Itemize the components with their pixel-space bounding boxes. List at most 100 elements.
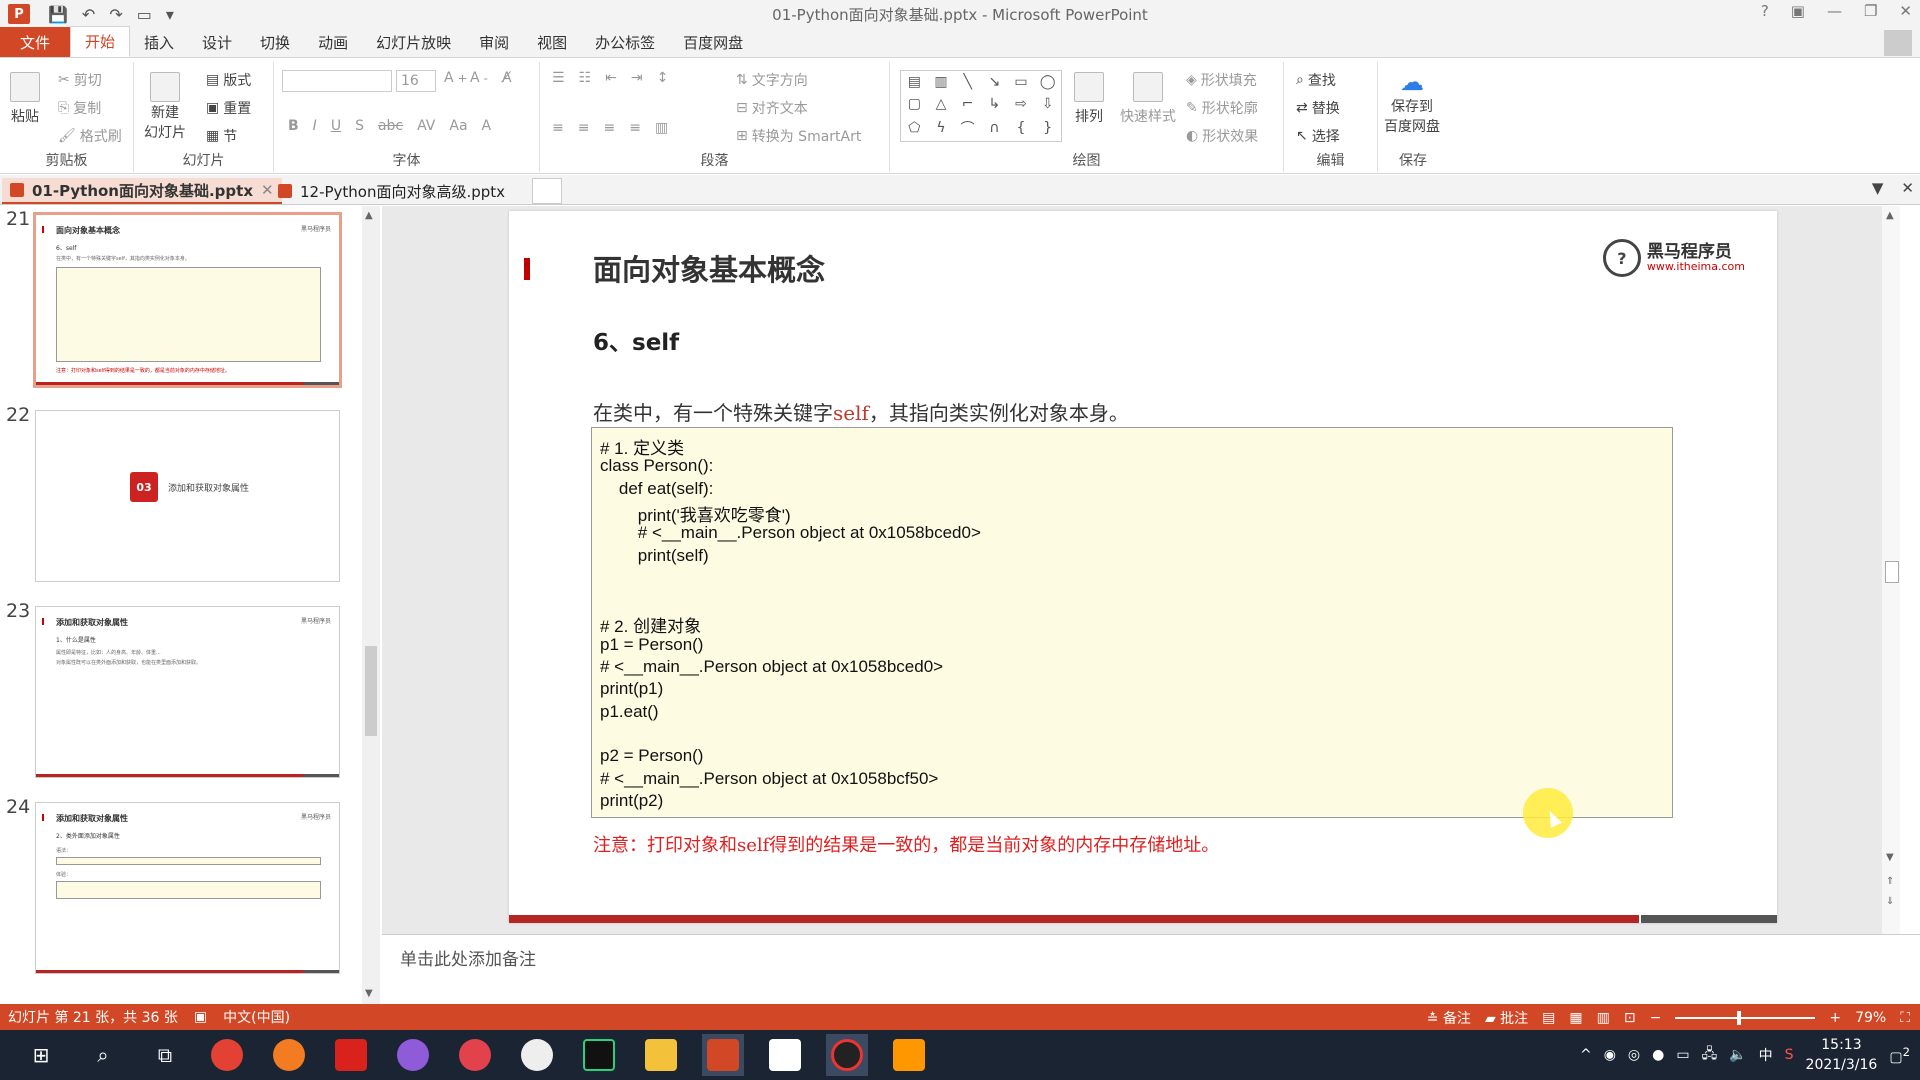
bold-icon[interactable]: B [288, 118, 299, 134]
powerpoint-taskbar-icon[interactable] [702, 1034, 744, 1076]
scroll-down-icon[interactable]: ▼ [1886, 852, 1894, 863]
scroll-thumb[interactable] [365, 646, 377, 736]
reading-view-icon[interactable]: ▥ [1597, 1010, 1610, 1026]
intro-text[interactable]: 在类中，有一个特殊关键字self，其指向类实例化对象本身。 [593, 397, 1129, 426]
roundrect-shape-icon[interactable]: ▢ [908, 96, 921, 112]
notification-icon[interactable]: ▢2 [1889, 1045, 1910, 1066]
format-painter-button[interactable]: 🖌 格式刷 [58, 126, 122, 146]
textbox-shape-icon[interactable]: ▤ [908, 74, 921, 90]
tab-transitions[interactable]: 切换 [246, 27, 304, 57]
customize-qa-icon[interactable]: ▾ [166, 5, 174, 24]
slide-scrollbar[interactable]: ▲ ▼ ⇑ ⇓ [1882, 206, 1900, 934]
scroll-up-icon[interactable]: ▲ [1886, 210, 1894, 221]
normal-view-icon[interactable]: ▤ [1542, 1010, 1555, 1026]
spellcheck-icon[interactable]: ▣ [194, 1009, 207, 1025]
slideshow-view-icon[interactable]: ⊡ [1624, 1010, 1636, 1026]
arrow-line-shape-icon[interactable]: ↘ [988, 74, 1000, 90]
copy-button[interactable]: ⎘ 复制 [58, 98, 101, 118]
tab-insert[interactable]: 插入 [130, 27, 188, 57]
tab-design[interactable]: 设计 [188, 27, 246, 57]
typora-icon[interactable] [764, 1034, 806, 1076]
fit-slide-icon[interactable]: ⛶ [1900, 1010, 1910, 1026]
task-view-icon[interactable]: ⧉ [144, 1034, 186, 1076]
chrome-icon[interactable] [206, 1034, 248, 1076]
find-button[interactable]: ⌕ 查找 [1296, 70, 1336, 90]
tray-app-icon[interactable]: ◉ [1604, 1047, 1616, 1063]
font-family-select[interactable] [282, 70, 392, 92]
slide-subtitle[interactable]: 6、self [593, 323, 679, 357]
grow-font-icon[interactable]: A + [444, 70, 467, 86]
tray-app-icon[interactable]: ● [1652, 1047, 1664, 1063]
tab-office-tabs[interactable]: 办公标签 [581, 27, 669, 57]
select-button[interactable]: ↖ 选择 [1296, 126, 1340, 146]
freeform-shape-icon[interactable]: ⬠ [908, 120, 920, 136]
tray-expand-icon[interactable]: ^ [1580, 1047, 1592, 1063]
search-icon[interactable]: ⌕ [82, 1034, 124, 1076]
slide-thumbnail-23[interactable]: 添加和获取对象属性 黑马程序员 1、什么是属性 属性即是特征，比如：人的身高、年… [35, 606, 340, 778]
notes-toggle[interactable]: ≛ 备注 [1427, 1008, 1471, 1028]
right-arrow-shape-icon[interactable]: ⇨ [1015, 96, 1027, 112]
curve-shape-icon[interactable]: ∩ [989, 120, 999, 136]
comments-toggle[interactable]: ▰ 批注 [1485, 1008, 1528, 1028]
align-left-icon[interactable]: ≡ [552, 120, 564, 136]
shape-gallery[interactable]: ▤ ▥ ╲ ↘ ▭ ◯ ▢ △ ⌐ ↳ ⇨ ⇩ ⬠ ϟ ⌒ ∩ {} [900, 70, 1062, 142]
tab-list-icon[interactable]: ▼ [1872, 179, 1884, 197]
vtextbox-shape-icon[interactable]: ▥ [934, 74, 947, 90]
zoom-out-icon[interactable]: − [1650, 1010, 1662, 1026]
cut-button[interactable]: ✂ 剪切 [58, 70, 102, 90]
section-button[interactable]: ▦ 节 [206, 126, 237, 146]
minimize-icon[interactable]: — [1827, 2, 1842, 20]
code-box[interactable]: # 1. 定义类 class Person(): def eat(self): p… [591, 427, 1673, 818]
redo-icon[interactable]: ↷ [109, 5, 122, 24]
new-slide-button[interactable]: 新建 幻灯片 [144, 72, 186, 142]
align-right-icon[interactable]: ≡ [603, 120, 615, 136]
thumbnails-scrollbar[interactable]: ▲ ▼ [362, 206, 380, 1004]
triangle-shape-icon[interactable]: △ [936, 96, 947, 112]
font-color-icon[interactable]: A [482, 118, 492, 134]
tab-view[interactable]: 视图 [523, 27, 581, 57]
network-icon[interactable]: 🖧 [1702, 1043, 1718, 1067]
recorder-icon[interactable] [826, 1034, 868, 1076]
scroll-down-icon[interactable]: ▼ [365, 988, 373, 999]
shape-outline-button[interactable]: ✎ 形状轮廓 [1186, 98, 1258, 118]
sublime-icon[interactable] [888, 1034, 930, 1076]
zoom-in-icon[interactable]: + [1829, 1010, 1841, 1026]
increase-indent-icon[interactable]: ⇥ [631, 70, 643, 86]
font-size-select[interactable]: 16 [396, 70, 436, 92]
left-brace-shape-icon[interactable]: { [1017, 120, 1026, 136]
arrange-button[interactable]: 排列 [1074, 72, 1104, 126]
tray-app-icon[interactable]: ◎ [1628, 1047, 1640, 1063]
windows-start-icon[interactable]: ⊞ [20, 1034, 62, 1076]
start-slideshow-icon[interactable]: ▭ [137, 5, 152, 24]
elbow-arrow-shape-icon[interactable]: ↳ [988, 96, 1000, 112]
firefox-icon[interactable] [268, 1034, 310, 1076]
layout-button[interactable]: ▤ 版式 [206, 70, 251, 90]
char-spacing-icon[interactable]: AV [417, 118, 435, 134]
smartart-button[interactable]: ⊞ 转换为 SmartArt [736, 126, 861, 146]
account-avatar[interactable] [1884, 30, 1912, 56]
zoom-slider[interactable] [1675, 1011, 1816, 1025]
close-doc-icon[interactable]: ✕ [1901, 179, 1914, 197]
columns-icon[interactable]: ▥ [655, 120, 668, 136]
slide-thumbnail-21[interactable]: 面向对象基本概念 黑马程序员 6、self 在类中，有一个特殊关键字self，其… [33, 212, 342, 388]
pycharm-icon[interactable] [578, 1034, 620, 1076]
youdao-icon[interactable] [330, 1034, 372, 1076]
zoom-knob[interactable] [1737, 1011, 1742, 1025]
rect-shape-icon[interactable]: ▭ [1014, 74, 1027, 90]
scroll-up-icon[interactable]: ▲ [365, 210, 373, 221]
lightning-shape-icon[interactable]: ϟ [936, 120, 945, 136]
next-slide-icon[interactable]: ⇓ [1886, 896, 1894, 907]
clock-app-icon[interactable] [516, 1034, 558, 1076]
elbow-shape-icon[interactable]: ⌐ [962, 96, 974, 112]
clock[interactable]: 15:13 2021/3/16 [1806, 1035, 1878, 1075]
replace-button[interactable]: ⇄ 替换 [1296, 98, 1340, 118]
doc-tab[interactable]: 12-Python面向对象高级.pptx [270, 178, 513, 204]
decrease-indent-icon[interactable]: ⇤ [605, 70, 617, 86]
save-icon[interactable]: 💾 [48, 5, 68, 24]
tab-animations[interactable]: 动画 [304, 27, 362, 57]
text-direction-button[interactable]: ⇅ 文字方向 [736, 70, 808, 90]
new-tab-button[interactable] [532, 178, 562, 204]
tab-home[interactable]: 开始 [70, 26, 131, 57]
ribbon-display-icon[interactable]: ▣ [1791, 2, 1805, 20]
slide-title[interactable]: 面向对象基本概念 [593, 247, 825, 289]
